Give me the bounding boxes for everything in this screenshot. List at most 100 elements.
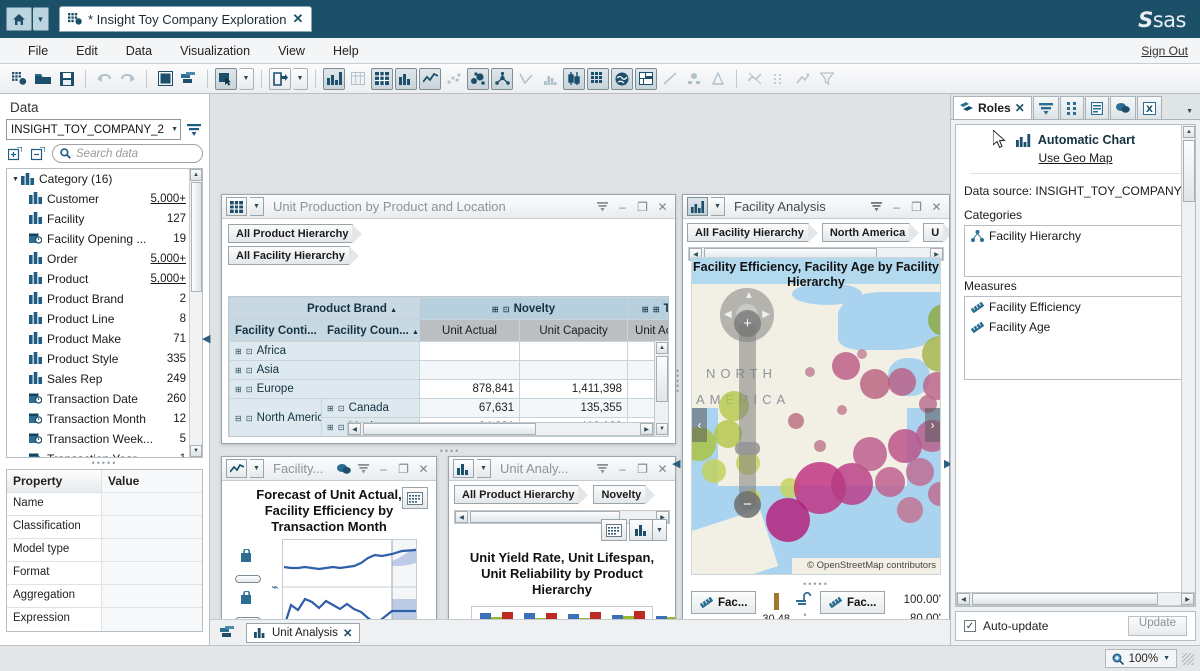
measure-header-unit-capacity[interactable]: Unit Capacity bbox=[519, 319, 629, 342]
menu-visualization[interactable]: Visualization bbox=[166, 44, 264, 58]
forecast-window-header[interactable]: ▼ Facility... – ❐ ✕ bbox=[222, 457, 436, 481]
scroll-track[interactable] bbox=[361, 423, 640, 435]
property-row[interactable]: Aggregation bbox=[7, 585, 202, 608]
roles-vertical-scrollbar[interactable]: ▲ ▼ bbox=[1181, 125, 1195, 606]
crumb-all-facility-hierarchy[interactable]: All Facility Hierarchy bbox=[228, 246, 359, 266]
data-filter-icon[interactable] bbox=[185, 121, 203, 139]
facility-continent-header[interactable]: Facility Conti... ▲ bbox=[229, 319, 322, 342]
maximize-icon[interactable] bbox=[154, 68, 176, 90]
open-icon[interactable] bbox=[32, 68, 54, 90]
column-group-novelty[interactable]: ⊞ ⊡ Novelty bbox=[419, 297, 629, 320]
collapse-data-panel-icon[interactable]: ◀ bbox=[202, 332, 210, 345]
unit-analysis-menu-caret[interactable]: ▼ bbox=[477, 459, 491, 478]
zoom-caret-icon[interactable]: ▼ bbox=[1163, 655, 1170, 662]
menu-data[interactable]: Data bbox=[112, 44, 166, 58]
table-row[interactable]: ⊟ ⊡North America⊞ ⊡Canada67,631135,355 bbox=[229, 398, 668, 436]
role-facility-age[interactable]: Facility Age bbox=[965, 317, 1186, 337]
column-group-toy[interactable]: ⊞ ⊞Toy bbox=[627, 297, 668, 320]
data-source-select[interactable]: INSIGHT_TOY_COMPANY_2 ▼ bbox=[6, 119, 181, 140]
map-bubble[interactable] bbox=[805, 367, 815, 377]
size-role-button[interactable]: Fac... bbox=[691, 591, 757, 614]
bar-chart-icon[interactable] bbox=[629, 519, 653, 541]
unit-analysis-window-header[interactable]: ▼ Unit Analy... – ❐ ✕ bbox=[449, 457, 675, 481]
property-row[interactable]: Classification bbox=[7, 516, 202, 539]
map-bubble[interactable] bbox=[702, 459, 726, 483]
show-data-icon[interactable] bbox=[402, 487, 428, 509]
line-chart-icon[interactable] bbox=[419, 67, 441, 90]
crosstab-vertical-scrollbar[interactable]: ▲ ▼ bbox=[654, 341, 668, 436]
correlation-icon[interactable] bbox=[707, 68, 729, 90]
maximize-icon[interactable]: ❐ bbox=[634, 198, 651, 216]
tree-item-facility[interactable]: Facility 127 bbox=[7, 209, 202, 229]
bar-chart-icon[interactable] bbox=[395, 67, 417, 90]
forecast-menu-caret[interactable]: ▼ bbox=[250, 459, 264, 478]
filter-icon[interactable] bbox=[816, 68, 838, 90]
histogram-icon[interactable] bbox=[539, 68, 561, 90]
tab-properties[interactable] bbox=[1084, 96, 1109, 119]
crosstab-icon[interactable] bbox=[226, 197, 247, 216]
bubble-plot-icon[interactable] bbox=[467, 67, 489, 90]
tree-item-customer[interactable]: Customer 5,000+ bbox=[7, 189, 202, 209]
tree-item-order[interactable]: Order 5,000+ bbox=[7, 249, 202, 269]
maximize-icon[interactable]: ❐ bbox=[634, 460, 651, 478]
close-icon[interactable]: ✕ bbox=[415, 460, 432, 478]
scroll-thumb[interactable] bbox=[656, 356, 668, 402]
crosstab-icon[interactable] bbox=[371, 67, 393, 90]
tree-item-transaction-week[interactable]: Transaction Week... 5 bbox=[7, 429, 202, 449]
roles-tabs-overflow-caret[interactable]: ▼ bbox=[1181, 108, 1198, 119]
property-row[interactable]: Name bbox=[7, 493, 202, 516]
update-button[interactable]: Update bbox=[1127, 616, 1187, 636]
select-tool-caret[interactable]: ▼ bbox=[239, 67, 254, 90]
tab-roles[interactable]: Roles ✕ bbox=[953, 96, 1032, 119]
geo-map-icon[interactable] bbox=[611, 67, 633, 90]
menu-edit[interactable]: Edit bbox=[62, 44, 112, 58]
scroll-up-icon[interactable]: ▲ bbox=[1183, 126, 1195, 138]
exploration-tab-unit-analysis[interactable]: Unit Analysis ✕ bbox=[246, 622, 361, 643]
product-brand-header[interactable]: Product Brand ▲ bbox=[229, 297, 421, 320]
select-tool-icon[interactable] bbox=[215, 67, 237, 90]
minimize-icon[interactable]: – bbox=[614, 460, 631, 478]
export-caret[interactable]: ▼ bbox=[293, 67, 308, 90]
roles-horizontal-scrollbar[interactable]: ◀ ▶ bbox=[956, 592, 1195, 606]
measures-dropzone[interactable]: Facility Efficiency Facility Age bbox=[964, 296, 1187, 380]
table-row[interactable]: ⊞ ⊡Europe878,8411,411,3981 bbox=[229, 379, 668, 399]
menu-view[interactable]: View bbox=[264, 44, 319, 58]
comment-icon[interactable] bbox=[335, 460, 352, 478]
tree-item-product-style[interactable]: Product Style 335 bbox=[7, 349, 202, 369]
crumb-north-america[interactable]: North America bbox=[821, 223, 920, 243]
tree-root-category[interactable]: ▼ Category (16) bbox=[7, 169, 202, 189]
scatter-icon[interactable] bbox=[443, 68, 465, 90]
property-value[interactable] bbox=[102, 493, 202, 515]
tab-comments[interactable] bbox=[1109, 96, 1136, 119]
tree-item-product-brand[interactable]: Product Brand 2 bbox=[7, 289, 202, 309]
map-bubble[interactable] bbox=[832, 352, 860, 380]
crosstab-window-header[interactable]: ▼ Unit Production by Product and Locatio… bbox=[222, 195, 675, 219]
scroll-down-icon[interactable]: ▼ bbox=[190, 445, 202, 457]
map-bubble[interactable] bbox=[906, 458, 934, 486]
tree-item-transaction-year[interactable]: Transaction Year1 bbox=[7, 449, 202, 457]
export-icon[interactable] bbox=[269, 67, 291, 90]
table-row[interactable]: ⊞ ⊡ Africa bbox=[229, 341, 668, 361]
map-bubble[interactable] bbox=[837, 405, 847, 415]
property-value[interactable] bbox=[102, 516, 202, 538]
filter-icon[interactable] bbox=[355, 460, 372, 478]
window-resize-grip[interactable] bbox=[1182, 652, 1194, 665]
table-row[interactable]: ⊞ ⊡ Asia bbox=[229, 360, 668, 380]
panel-splitter[interactable]: ••••• bbox=[0, 458, 209, 469]
chart-type-header[interactable]: Automatic Chart bbox=[956, 125, 1195, 151]
show-data-icon[interactable] bbox=[601, 519, 627, 541]
fit-line-icon[interactable] bbox=[768, 68, 790, 90]
scroll-track[interactable] bbox=[970, 593, 1181, 605]
decision-tree-icon[interactable] bbox=[683, 68, 705, 90]
data-tree-scrollbar[interactable]: ▲ ▼ bbox=[189, 169, 202, 457]
collapse-all-icon[interactable] bbox=[29, 145, 47, 163]
tab-export[interactable]: X bbox=[1136, 96, 1162, 119]
redo-icon[interactable] bbox=[117, 68, 139, 90]
close-icon[interactable]: ✕ bbox=[928, 198, 945, 216]
filter-icon[interactable] bbox=[868, 198, 885, 216]
map-bubble[interactable] bbox=[788, 413, 804, 429]
map-pan-left-handle[interactable]: ‹ bbox=[692, 408, 707, 442]
map-bubble[interactable] bbox=[853, 437, 887, 471]
zoom-slider[interactable]: + − bbox=[734, 310, 761, 518]
zoom-in-button[interactable]: + bbox=[734, 310, 761, 337]
